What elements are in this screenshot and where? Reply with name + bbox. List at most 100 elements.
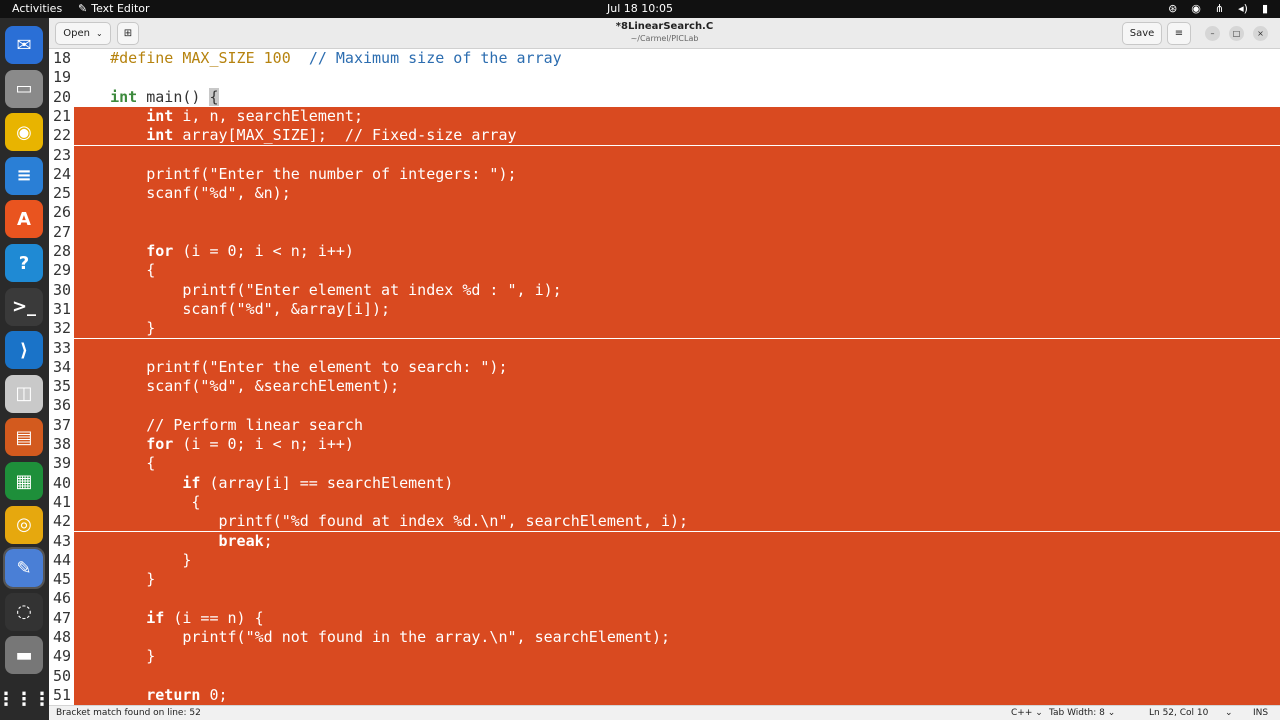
close-button[interactable]: ×	[1253, 26, 1268, 41]
status-message: Bracket match found on line: 52	[56, 708, 201, 718]
tab-width-selector[interactable]: Tab Width: 8 ⌄	[1049, 708, 1115, 718]
code-line[interactable]: 38 for (i = 0; i < n; i++)	[49, 435, 1280, 455]
code-text: // Perform linear search	[74, 415, 363, 434]
code-line[interactable]: 48 printf("%d not found in the array.\n"…	[49, 628, 1280, 648]
code-text: for (i = 0; i < n; i++)	[146, 435, 354, 453]
code-text: printf("Enter the number of integers: ")…	[74, 164, 517, 183]
code-line[interactable]: 46	[49, 589, 1280, 609]
line-number: 32	[52, 319, 71, 338]
line-number: 39	[52, 454, 71, 473]
terminal-icon[interactable]: >_	[5, 287, 43, 326]
code-text: break;	[218, 531, 273, 550]
code-line[interactable]: 42 printf("%d found at index %d.\n", sea…	[49, 512, 1280, 532]
show-apps-icon[interactable]: ⋮⋮⋮	[0, 680, 51, 718]
code-line[interactable]: 44 }	[49, 550, 1280, 571]
line-number: 24	[52, 164, 71, 183]
code-line[interactable]: 37 // Perform linear search	[49, 415, 1280, 435]
line-number: 41	[52, 492, 71, 511]
code-line[interactable]: 50	[49, 666, 1280, 686]
line-number: 27	[52, 222, 71, 241]
selection-highlight	[74, 550, 1280, 571]
code-text: int array[MAX_SIZE]; // Fixed-size array	[146, 126, 517, 145]
hamburger-menu-icon: ≡	[1174, 28, 1184, 39]
code-text: if (i == n) {	[146, 608, 264, 627]
code-line[interactable]: 25 scanf("%d", &n);	[49, 184, 1280, 204]
code-text: scanf("%d", &array[i]);	[74, 299, 391, 318]
calc-icon[interactable]: ▦	[5, 462, 43, 500]
code-text: if (array[i] == searchElement)	[182, 473, 454, 492]
code-line[interactable]: 29 {	[49, 261, 1280, 281]
code-text: printf("Enter element at index %d : ", i…	[74, 280, 562, 299]
line-number: 33	[52, 338, 71, 357]
code-line[interactable]: 32 }	[49, 319, 1280, 339]
app-center-icon[interactable]: A	[5, 200, 43, 239]
selection-highlight	[74, 589, 1280, 609]
minimize-button[interactable]: –	[1205, 26, 1220, 41]
help-icon[interactable]: ?	[5, 244, 43, 282]
language-selector[interactable]: C++ ⌄	[1011, 708, 1043, 718]
code-line[interactable]: 34 printf("Enter the element to search: …	[49, 357, 1280, 378]
code-line[interactable]: 47 if (i == n) {	[49, 608, 1280, 628]
code-line[interactable]: 41 {	[49, 492, 1280, 513]
code-text: int i, n, searchElement;	[146, 106, 363, 125]
line-number: 34	[52, 357, 71, 376]
line-number: 26	[52, 203, 71, 222]
line-number: 44	[52, 550, 71, 569]
selection-highlight	[74, 570, 1280, 590]
impress-icon[interactable]: ▤	[5, 418, 43, 457]
chevron-down-icon[interactable]: ⌄	[1225, 708, 1233, 718]
code-line[interactable]: 45 }	[49, 570, 1280, 590]
files-icon[interactable]: ▭	[5, 69, 43, 108]
line-number: 45	[52, 570, 71, 589]
code-line[interactable]: 49 }	[49, 647, 1280, 667]
main-menu-button[interactable]: ≡	[1167, 22, 1191, 45]
code-text: {	[74, 492, 201, 511]
code-line[interactable]: 30 printf("Enter element at index %d : "…	[49, 280, 1280, 300]
document-viewer-icon[interactable]: ◫	[5, 374, 43, 413]
code-line[interactable]: 24 printf("Enter the number of integers:…	[49, 164, 1280, 185]
code-line[interactable]: 36	[49, 396, 1280, 416]
text-editor-icon[interactable]: ✎	[3, 547, 45, 590]
drive-icon[interactable]: ▬	[5, 636, 43, 675]
code-line[interactable]: 43 break;	[49, 531, 1280, 551]
cursor-position[interactable]: Ln 52, Col 10	[1149, 708, 1208, 718]
code-line[interactable]: 33	[49, 338, 1280, 358]
code-line[interactable]: 28 for (i = 0; i < n; i++)	[49, 242, 1280, 262]
code-line[interactable]: 35 scanf("%d", &searchElement);	[49, 377, 1280, 397]
line-number: 18	[52, 49, 71, 67]
selection-highlight	[74, 396, 1280, 416]
rhythmbox-icon[interactable]: ◉	[5, 113, 43, 152]
line-number: 29	[52, 261, 71, 280]
code-line[interactable]: 27	[49, 222, 1280, 242]
writer-icon[interactable]: ≡	[5, 156, 43, 195]
maximize-icon: □	[1232, 29, 1241, 38]
line-number: 23	[52, 145, 71, 164]
code-line[interactable]: 31 scanf("%d", &array[i]);	[49, 299, 1280, 320]
code-line[interactable]: 22 int array[MAX_SIZE]; // Fixed-size ar…	[49, 126, 1280, 146]
obs-icon[interactable]: ◌	[5, 592, 43, 631]
minimize-icon: –	[1210, 29, 1215, 38]
line-number: 48	[52, 628, 71, 646]
save-button[interactable]: Save	[1122, 22, 1162, 45]
line-number: 30	[52, 280, 71, 299]
code-line[interactable]: 18 #define MAX_SIZE 100 // Maximum size …	[49, 49, 1280, 68]
code-editor[interactable]: 18 #define MAX_SIZE 100 // Maximum size …	[49, 49, 1280, 705]
clock[interactable]: Jul 18 10:05	[0, 2, 1280, 15]
code-line[interactable]: 39 {	[49, 454, 1280, 474]
code-line[interactable]: 20 int main() {	[49, 87, 1280, 107]
code-text: #define MAX_SIZE 100 // Maximum size of …	[74, 49, 562, 67]
code-line[interactable]: 26	[49, 203, 1280, 223]
dock: ✉ ▭ ◉ ≡ A? >_ ⟩ ◫ ▤ ▦ ◎ ✎ ◌ ▬ ⋮⋮⋮	[0, 18, 51, 720]
chrome-icon[interactable]: ◎	[5, 505, 43, 544]
thunderbird-icon[interactable]: ✉	[5, 26, 43, 64]
code-line[interactable]: 23	[49, 145, 1280, 165]
maximize-button[interactable]: □	[1229, 26, 1244, 41]
system-tray[interactable]: ⊛ ◉ ⋔ ◂) ▮	[1168, 2, 1268, 15]
code-line[interactable]: 51 return 0;	[49, 685, 1280, 705]
code-line[interactable]: 21 int i, n, searchElement;	[49, 106, 1280, 127]
selection-highlight	[74, 338, 1280, 358]
code-line[interactable]: 19	[49, 68, 1280, 87]
code-line[interactable]: 40 if (array[i] == searchElement)	[49, 473, 1280, 493]
line-number: 46	[52, 589, 71, 608]
vscode-icon[interactable]: ⟩	[5, 331, 43, 370]
